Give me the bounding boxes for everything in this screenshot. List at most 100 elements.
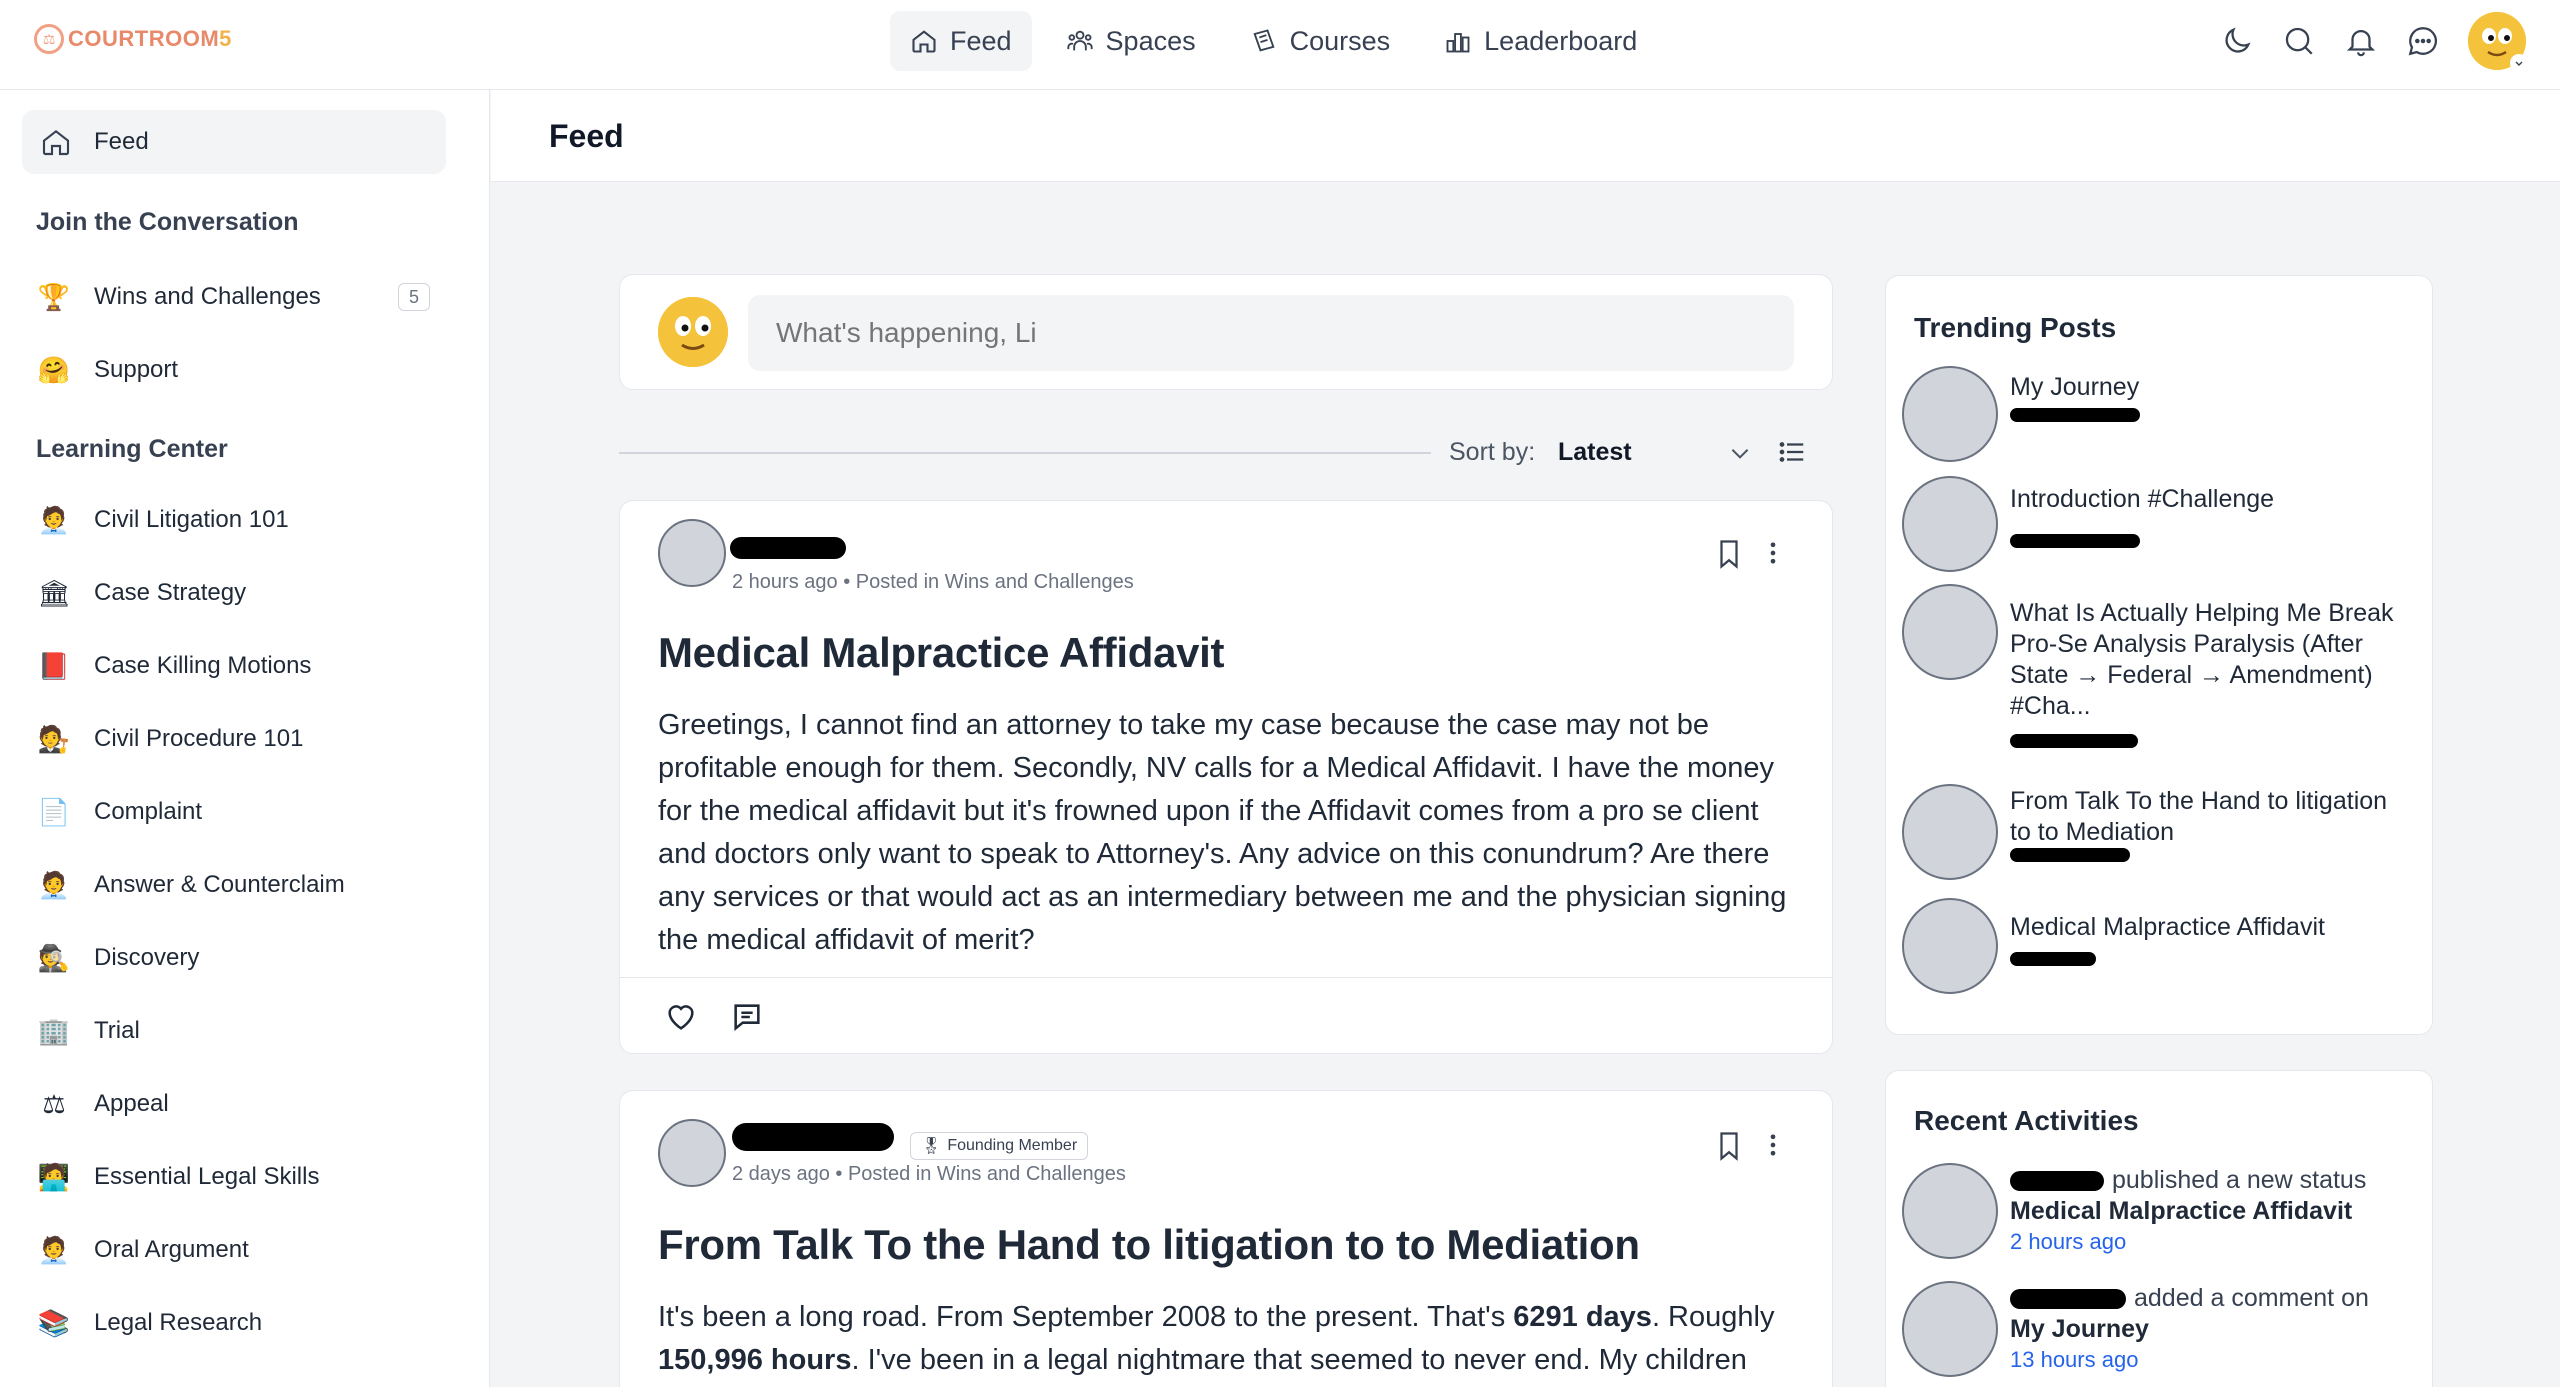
sidebar-item-appeal[interactable]: ⚖ Appeal xyxy=(36,1082,446,1126)
post-composer xyxy=(619,274,1833,390)
sidebar-item-case-killing-motions[interactable]: 📕 Case Killing Motions xyxy=(36,644,446,688)
activity-time: 2 hours ago xyxy=(2010,1229,2127,1254)
sidebar-item-answer-counterclaim[interactable]: 🧑‍💼 Answer & Counterclaim xyxy=(36,863,446,907)
main-header: Feed xyxy=(491,90,2560,182)
sidebar-item-label: Civil Procedure 101 xyxy=(94,725,304,752)
nav-feed[interactable]: Feed xyxy=(890,11,1032,71)
left-sidebar: Feed Join the Conversation 🏆 Wins and Cha… xyxy=(0,90,490,1387)
post-card: 2 hours ago • Posted in Wins and Challen… xyxy=(619,500,1833,1054)
trending-post-title[interactable]: Medical Malpractice Affidavit xyxy=(2010,912,2410,943)
body-bold-text: 150,996 hours xyxy=(658,1344,852,1376)
nav-courses-label: Courses xyxy=(1289,25,1391,56)
post-title[interactable]: Medical Malpractice Affidavit xyxy=(658,629,1225,677)
main-nav: Feed Spaces Courses Leaderboard xyxy=(890,11,1657,71)
chevron-down-icon xyxy=(2510,54,2528,72)
nav-courses[interactable]: Courses xyxy=(1230,11,1411,71)
sidebar-item-label: Answer & Counterclaim xyxy=(94,871,345,898)
trending-post-title[interactable]: My Journey xyxy=(2010,372,2410,403)
trending-post-title[interactable]: What Is Actually Helping Me Break Pro-Se… xyxy=(2010,598,2410,722)
sidebar-item-label: Wins and Challenges xyxy=(94,283,321,310)
sidebar-item-complaint[interactable]: 📄 Complaint xyxy=(36,790,446,834)
post-body: It's been a long road. From September 20… xyxy=(658,1296,1798,1382)
post-title[interactable]: From Talk To the Hand to litigation to t… xyxy=(658,1221,1640,1269)
space-emoji-icon: 📕 xyxy=(37,650,71,681)
nav-spaces[interactable]: Spaces xyxy=(1046,11,1216,71)
sidebar-item-trial[interactable]: 🏢 Trial xyxy=(36,1009,446,1053)
page-title: Feed xyxy=(549,118,624,154)
sidebar-item-wins-and-challenges[interactable]: 🏆 Wins and Challenges 5 xyxy=(36,275,446,319)
sidebar-item-label: Discovery xyxy=(94,944,200,971)
comment-icon[interactable] xyxy=(730,1000,764,1034)
brand-name: COURTROOM xyxy=(68,26,220,51)
sidebar-item-case-strategy[interactable]: 🏛 Case Strategy xyxy=(36,571,446,615)
trending-post-title[interactable]: From Talk To the Hand to litigation to t… xyxy=(2010,786,2410,848)
sidebar-item-essential-legal-skills[interactable]: 🧑‍💻 Essential Legal Skills xyxy=(36,1155,446,1199)
brand-suffix: 5 xyxy=(219,26,232,51)
unread-count-badge: 5 xyxy=(398,283,430,311)
sidebar-item-feed[interactable]: Feed xyxy=(22,110,446,174)
trending-avatar[interactable] xyxy=(1902,366,1998,462)
more-options-icon[interactable] xyxy=(1768,1131,1778,1159)
sidebar-item-support[interactable]: 🤗 Support xyxy=(36,348,446,392)
bookmark-icon[interactable] xyxy=(1716,539,1742,569)
author-avatar[interactable] xyxy=(658,519,726,587)
redacted-author-name xyxy=(2010,734,2138,748)
composer-input[interactable] xyxy=(748,295,1794,371)
medal-icon: 🎖 xyxy=(921,1138,942,1155)
brand-logo[interactable]: ⚖ COURTROOM5 xyxy=(34,24,232,54)
activity-target-link[interactable]: Medical Malpractice Affidavit xyxy=(2010,1197,2352,1225)
logo-mark-icon: ⚖ xyxy=(34,24,64,54)
nav-leaderboard[interactable]: Leaderboard xyxy=(1424,11,1657,71)
sidebar-item-legal-research[interactable]: 📚 Legal Research xyxy=(36,1301,446,1345)
redacted-author-name xyxy=(2010,848,2130,862)
sidebar-item-discovery[interactable]: 🕵 Discovery xyxy=(36,936,446,980)
body-text: . Roughly xyxy=(1651,1301,1775,1333)
heart-icon[interactable] xyxy=(664,1000,698,1034)
sidebar-item-label: Support xyxy=(94,356,179,383)
space-emoji-icon: 📄 xyxy=(37,796,71,827)
sidebar-item-label: Essential Legal Skills xyxy=(94,1163,320,1190)
activity-action: added a comment on xyxy=(2134,1284,2369,1312)
post-meta: 2 hours ago • Posted in Wins and Challen… xyxy=(732,571,1134,593)
leaderboard-icon xyxy=(1446,33,1470,53)
activity-text: published a new status Medical Malpractic… xyxy=(2010,1165,2420,1227)
sidebar-item-civil-procedure-101[interactable]: 🧑‍⚖ Civil Procedure 101 xyxy=(36,717,446,761)
sidebar-item-label: Civil Litigation 101 xyxy=(94,506,289,533)
activity-target-link[interactable]: My Journey xyxy=(2010,1315,2149,1343)
search-icon[interactable] xyxy=(2282,24,2316,58)
space-emoji-icon: 📚 xyxy=(37,1307,71,1338)
bookmark-icon[interactable] xyxy=(1716,1131,1742,1161)
sidebar-item-label: Case Killing Motions xyxy=(94,652,312,679)
author-avatar[interactable] xyxy=(658,1119,726,1187)
sidebar-section-title: Join the Conversation xyxy=(36,208,299,236)
sidebar-item-oral-argument[interactable]: 🧑‍💼 Oral Argument xyxy=(36,1228,446,1272)
space-emoji-icon: 🧑‍💼 xyxy=(37,504,71,535)
chat-icon[interactable] xyxy=(2406,24,2440,58)
bell-icon[interactable] xyxy=(2344,24,2378,58)
activity-avatar[interactable] xyxy=(1902,1281,1998,1377)
trending-avatar[interactable] xyxy=(1902,898,1998,994)
redacted-author-name xyxy=(732,1123,894,1151)
nav-feed-label: Feed xyxy=(950,25,1012,56)
trending-avatar[interactable] xyxy=(1902,784,1998,880)
activity-avatar[interactable] xyxy=(1902,1163,1998,1259)
trending-post-title[interactable]: Introduction #Challenge xyxy=(2010,484,2410,515)
moon-icon[interactable] xyxy=(2220,24,2254,58)
trending-posts-widget: Trending Posts My Journey Introduction #C… xyxy=(1885,275,2433,1035)
space-emoji-icon: 🧑‍💼 xyxy=(37,1234,71,1265)
nav-spaces-label: Spaces xyxy=(1105,25,1196,56)
nav-leaderboard-label: Leaderboard xyxy=(1484,25,1638,56)
redacted-author-name xyxy=(2010,952,2096,966)
space-emoji-icon: 🏛 xyxy=(37,577,71,608)
chevron-down-icon[interactable] xyxy=(1727,440,1753,466)
trending-avatar[interactable] xyxy=(1902,476,1998,572)
space-emoji-icon: 🧑‍💻 xyxy=(37,1161,71,1192)
more-options-icon[interactable] xyxy=(1768,539,1778,567)
trending-avatar[interactable] xyxy=(1902,584,1998,680)
divider xyxy=(619,452,1431,454)
sort-select[interactable]: Latest xyxy=(1558,438,1632,467)
body-bold-text: 6291 days xyxy=(1513,1301,1652,1333)
sidebar-item-civil-litigation-101[interactable]: 🧑‍💼 Civil Litigation 101 xyxy=(36,498,446,542)
user-avatar[interactable] xyxy=(2468,12,2528,72)
list-view-icon[interactable] xyxy=(1777,437,1807,467)
